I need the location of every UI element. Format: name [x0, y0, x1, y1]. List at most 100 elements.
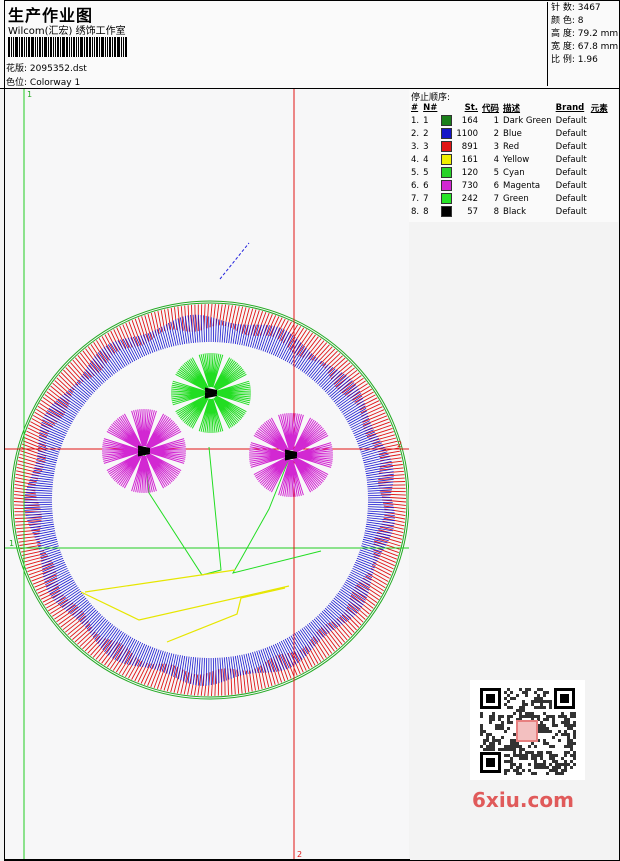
stop-code: 8 [493, 206, 500, 217]
col-index: # [411, 102, 419, 113]
col-code: 代码 [482, 103, 500, 114]
flower-magenta-left [102, 409, 186, 493]
stop-row: 4. 4 161 4 Yellow Default [409, 153, 610, 166]
stop-brand: Default [555, 193, 587, 204]
stat-height: 高 度: 79.2 mm [551, 29, 619, 39]
stop-brand: Default [555, 206, 587, 217]
stop-code: 1 [493, 115, 500, 126]
stop-element [589, 127, 610, 140]
stop-index: 4. [411, 154, 420, 165]
stop-index: 2. [411, 128, 420, 139]
stop-stitches: 120 [461, 167, 479, 178]
stop-brand: Default [555, 154, 587, 165]
stop-row: 3. 3 891 3 Red Default [409, 140, 610, 153]
stop-stitches: 1100 [456, 128, 479, 139]
stop-brand: Default [555, 167, 587, 178]
color-swatch [441, 167, 453, 178]
stop-stitches: 57 [467, 206, 479, 217]
stop-needle: 1 [423, 115, 429, 126]
stop-swatch [439, 205, 454, 218]
stop-index: 3. [411, 141, 420, 152]
stop-code: 7 [493, 193, 500, 204]
barcode [8, 37, 140, 57]
stop-desc: Blue [503, 128, 522, 139]
color-swatch [441, 115, 453, 126]
colorway-line: 色位: Colorway 1 [6, 75, 80, 88]
stop-desc: Green [503, 193, 529, 204]
stop-element [589, 179, 610, 192]
ring-group [10, 300, 409, 700]
col-stitches: St. [464, 102, 479, 113]
blue-accent-line [219, 242, 250, 280]
stop-index: 7. [411, 193, 420, 204]
color-swatch [441, 128, 453, 139]
stat-scale: 比 例: 1.96 [551, 55, 598, 65]
stat-width: 宽 度: 67.8 mm [551, 42, 619, 52]
stop-desc: Black [503, 206, 527, 217]
stop-element [589, 192, 610, 205]
header-area: 生产作业图 Wilcom(汇宏) 绣饰工作室 花版: 2095352.dst 色… [0, 0, 620, 89]
stop-sequence-panel: 停止顺序: # N# St. 代码 描述 Brand 元素 1. 1 164 1 Dar… [409, 89, 618, 223]
colorway-name: Colorway 1 [29, 78, 81, 88]
flower-green [170, 352, 252, 434]
design-file-name: 2095352.dst [29, 64, 87, 74]
stop-needle: 3 [423, 141, 429, 152]
stop-stitches: 242 [461, 193, 479, 204]
stop-code: 3 [493, 141, 500, 152]
qr-code-graphic [480, 688, 576, 775]
stop-row: 1. 1 164 1 Dark Green Default [409, 114, 610, 127]
stop-brand: Default [555, 180, 587, 191]
yellow-base [80, 569, 290, 643]
stop-needle: 6 [423, 180, 429, 191]
colorway-label: 色位: [6, 78, 28, 88]
embroidery-design: 1 1 2 2 [5, 89, 409, 859]
stop-element [589, 205, 610, 218]
design-canvas[interactable]: 1 1 2 2 [4, 89, 410, 860]
stop-row: 6. 6 730 6 Magenta Default [409, 179, 610, 192]
qr-code [470, 680, 585, 780]
stop-code: 5 [493, 167, 500, 178]
stop-swatch [439, 140, 454, 153]
stop-needle: 5 [423, 167, 429, 178]
color-swatch [441, 154, 453, 165]
stop-header-row: # N# St. 代码 描述 Brand 元素 [409, 101, 610, 114]
color-swatch [441, 206, 453, 217]
stop-stitches: 164 [461, 115, 479, 126]
yellow-line-3 [166, 587, 286, 643]
stat-stitches: 针 数: 3467 [551, 3, 601, 13]
red-horizontal-label: 2 [397, 440, 402, 449]
col-desc: 描述 [503, 103, 521, 114]
flower-group [102, 352, 333, 497]
stop-stitches: 891 [461, 141, 479, 152]
green-vertical-label: 1 [27, 90, 32, 99]
stop-code: 6 [493, 180, 500, 191]
red-vertical-label: 2 [297, 850, 302, 859]
stop-needle: 2 [423, 128, 429, 139]
stop-desc: Magenta [503, 180, 541, 191]
guide-lines: 1 1 2 2 [5, 89, 409, 859]
watermark-logo: 6xiu.com [472, 788, 574, 812]
stop-code: 4 [493, 154, 500, 165]
stop-index: 5. [411, 167, 420, 178]
company-name: Wilcom(汇宏) 绣饰工作室 [8, 26, 126, 37]
stop-index: 1. [411, 115, 420, 126]
col-brand: Brand [555, 102, 585, 113]
stop-swatch [439, 127, 454, 140]
stop-stitches: 161 [461, 154, 479, 165]
stats-box: 针 数: 3467 颜 色: 8 高 度: 79.2 mm 宽 度: 67.8 … [547, 2, 619, 86]
stop-swatch [439, 179, 454, 192]
stop-row: 5. 5 120 5 Cyan Default [409, 166, 610, 179]
stop-element [589, 140, 610, 153]
stop-swatch [439, 166, 454, 179]
stop-desc: Cyan [503, 167, 525, 178]
stop-desc: Red [503, 141, 520, 152]
stop-desc: Dark Green [503, 115, 552, 126]
design-file-label: 花版: [6, 64, 28, 74]
stop-row: 7. 7 242 7 Green Default [409, 192, 610, 205]
stop-needle: 8 [423, 206, 429, 217]
col-swatch [439, 101, 454, 114]
stop-swatch [439, 153, 454, 166]
stop-stitches: 730 [461, 180, 479, 191]
stop-element [589, 166, 610, 179]
color-swatch [441, 180, 453, 191]
